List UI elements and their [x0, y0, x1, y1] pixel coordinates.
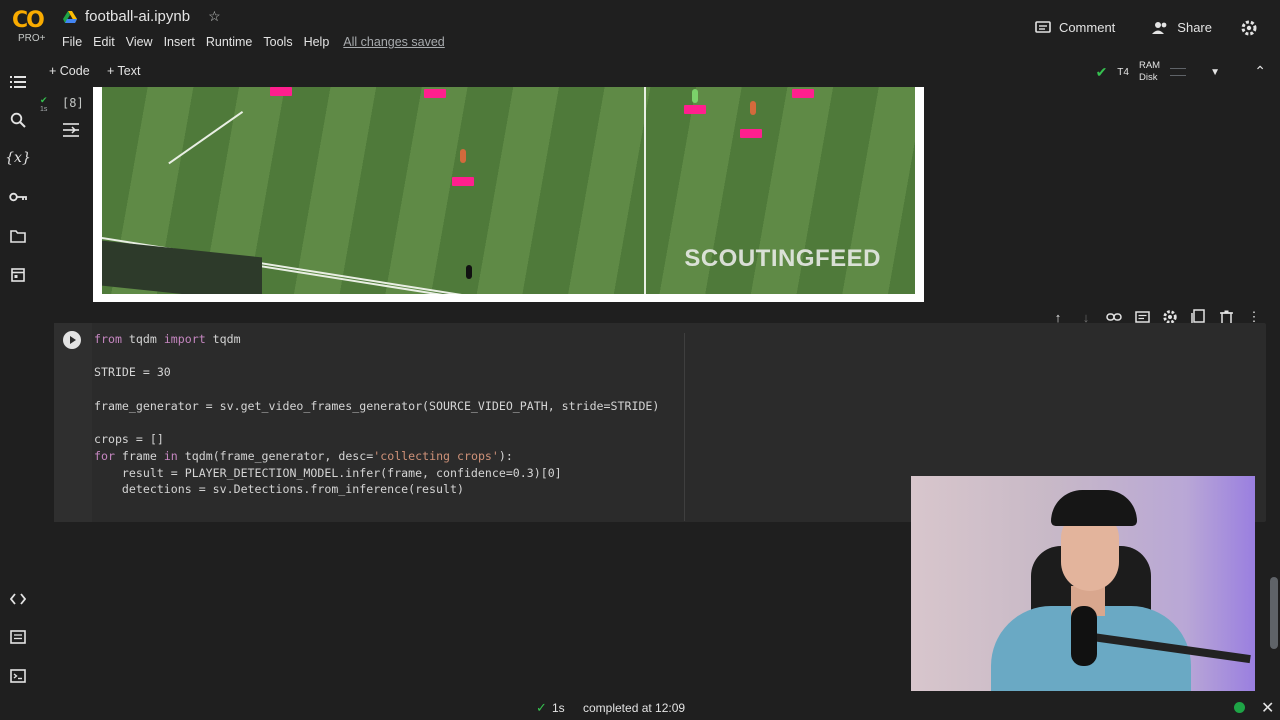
- code-token: import: [163, 332, 206, 346]
- scrollbar-thumb[interactable]: [1270, 577, 1278, 649]
- football-pitch-image: SCOUTINGFEED: [102, 87, 915, 294]
- cell-run-status: ✔ 1s: [40, 95, 48, 114]
- code-token: tqdm: [121, 332, 164, 346]
- menu-tools[interactable]: Tools: [263, 35, 292, 49]
- cell-gutter: [54, 323, 92, 522]
- code-token: frame_generator = sv.get_video_frames_ge…: [94, 398, 660, 413]
- add-code-button[interactable]: + Code: [49, 64, 90, 78]
- comment-icon: [1035, 20, 1051, 33]
- presenter-webcam: [911, 476, 1255, 691]
- cell-exec-time: 1s: [40, 106, 48, 113]
- comment-label: Comment: [1058, 20, 1116, 35]
- chevron-down-icon[interactable]: ▼: [1210, 67, 1220, 78]
- code-line: result = PLAYER_DETECTION_MODEL.infer(fr…: [94, 465, 659, 482]
- menu-help[interactable]: Help: [304, 35, 330, 49]
- menu-bar: File Edit View Insert Runtime Tools Help…: [62, 35, 456, 49]
- add-text-button[interactable]: + Text: [107, 64, 140, 78]
- comment-button[interactable]: Comment: [1029, 18, 1121, 37]
- code-line: crops = []: [94, 431, 659, 448]
- chevron-up-icon[interactable]: ⌃: [1254, 63, 1266, 80]
- run-cell-button[interactable]: [63, 331, 81, 349]
- command-palette-icon[interactable]: [8, 627, 28, 647]
- code-token: detections = sv.Detections.from_inferenc…: [94, 482, 464, 497]
- execution-count: [8]: [62, 96, 84, 110]
- code-token: ):: [498, 448, 513, 463]
- video-watermark: SCOUTINGFEED: [684, 245, 881, 272]
- code-token: STRIDE = 30: [94, 365, 171, 380]
- connection-status-dot: [1234, 702, 1245, 713]
- left-sidebar: {x}: [0, 57, 37, 697]
- code-editor[interactable]: from tqdm import tqdm STRIDE = 30 frame_ge…: [94, 331, 659, 498]
- code-token: crops = []: [94, 432, 164, 447]
- status-bar: ✓ 1s completed at 12:09 ✕: [0, 697, 1280, 720]
- code-token: in: [163, 448, 178, 463]
- logo-text: CO: [12, 8, 45, 33]
- resource-bars: [1170, 68, 1187, 76]
- status-message[interactable]: completed at 12:09: [583, 701, 685, 715]
- files-folder-icon[interactable]: [8, 226, 28, 246]
- code-token: tqdm(frame_generator, desc=: [177, 448, 374, 463]
- terminal-icon[interactable]: [8, 666, 28, 686]
- table-of-contents-icon[interactable]: [8, 72, 28, 92]
- menu-edit[interactable]: Edit: [93, 35, 115, 49]
- code-token: from: [94, 332, 122, 346]
- code-line: frame_generator = sv.get_video_frames_ge…: [94, 398, 659, 415]
- ram-label: RAM: [1138, 60, 1161, 71]
- code-token: for: [94, 448, 115, 463]
- variables-icon[interactable]: {x}: [5, 148, 31, 168]
- close-icon[interactable]: ✕: [1261, 698, 1274, 718]
- share-people-icon: [1152, 21, 1167, 34]
- code-line: STRIDE = 30: [94, 364, 659, 381]
- code-token: frame: [114, 448, 164, 463]
- status-duration: 1s: [552, 701, 565, 715]
- code-snippets-icon[interactable]: [8, 589, 28, 609]
- notebook-scrollbar[interactable]: [1268, 87, 1280, 697]
- menu-view[interactable]: View: [126, 35, 153, 49]
- code-token: tqdm: [205, 332, 241, 346]
- calendar-icon[interactable]: [8, 264, 28, 284]
- secrets-key-icon[interactable]: [8, 187, 28, 207]
- gear-icon[interactable]: [1240, 19, 1258, 37]
- disk-label: Disk: [1138, 72, 1158, 83]
- google-drive-icon: [63, 10, 77, 23]
- output-actions-icon[interactable]: [62, 122, 80, 138]
- runtime-type: T4: [1117, 66, 1129, 78]
- share-button[interactable]: Share: [1145, 18, 1218, 37]
- code-line: detections = sv.Detections.from_inferenc…: [94, 481, 659, 498]
- app-header: CO PRO+ football-ai.ipynb ☆ File Edit Vi…: [0, 0, 1280, 57]
- cell-output-video-frame: SCOUTINGFEED: [93, 87, 924, 302]
- connected-check-icon: ✔: [1095, 63, 1108, 80]
- runtime-indicator[interactable]: ✔ T4 RAM Disk ▼: [1096, 60, 1220, 84]
- notebook-title[interactable]: football-ai.ipynb: [85, 8, 190, 25]
- menu-file[interactable]: File: [62, 35, 82, 49]
- search-icon[interactable]: [8, 110, 28, 130]
- menu-runtime[interactable]: Runtime: [206, 35, 253, 49]
- save-status-link[interactable]: All changes saved: [343, 35, 444, 49]
- code-token: result = PLAYER_DETECTION_MODEL.infer(fr…: [94, 465, 562, 480]
- code-token: 'collecting crops': [373, 448, 499, 463]
- line-length-ruler: [684, 333, 685, 521]
- pro-badge: PRO+: [18, 33, 46, 44]
- menu-insert[interactable]: Insert: [164, 35, 195, 49]
- status-check-icon: ✓: [536, 700, 547, 715]
- colab-logo[interactable]: CO PRO+: [12, 8, 50, 44]
- code-line: from tqdm import tqdm: [94, 331, 659, 348]
- share-label: Share: [1177, 20, 1212, 35]
- notebook-toolbar: + Code + Text ✔ T4 RAM Disk ▼ ⌃: [37, 57, 1280, 87]
- star-icon[interactable]: ☆: [208, 8, 221, 25]
- code-line: for frame in tqdm(frame_generator, desc=…: [94, 448, 659, 465]
